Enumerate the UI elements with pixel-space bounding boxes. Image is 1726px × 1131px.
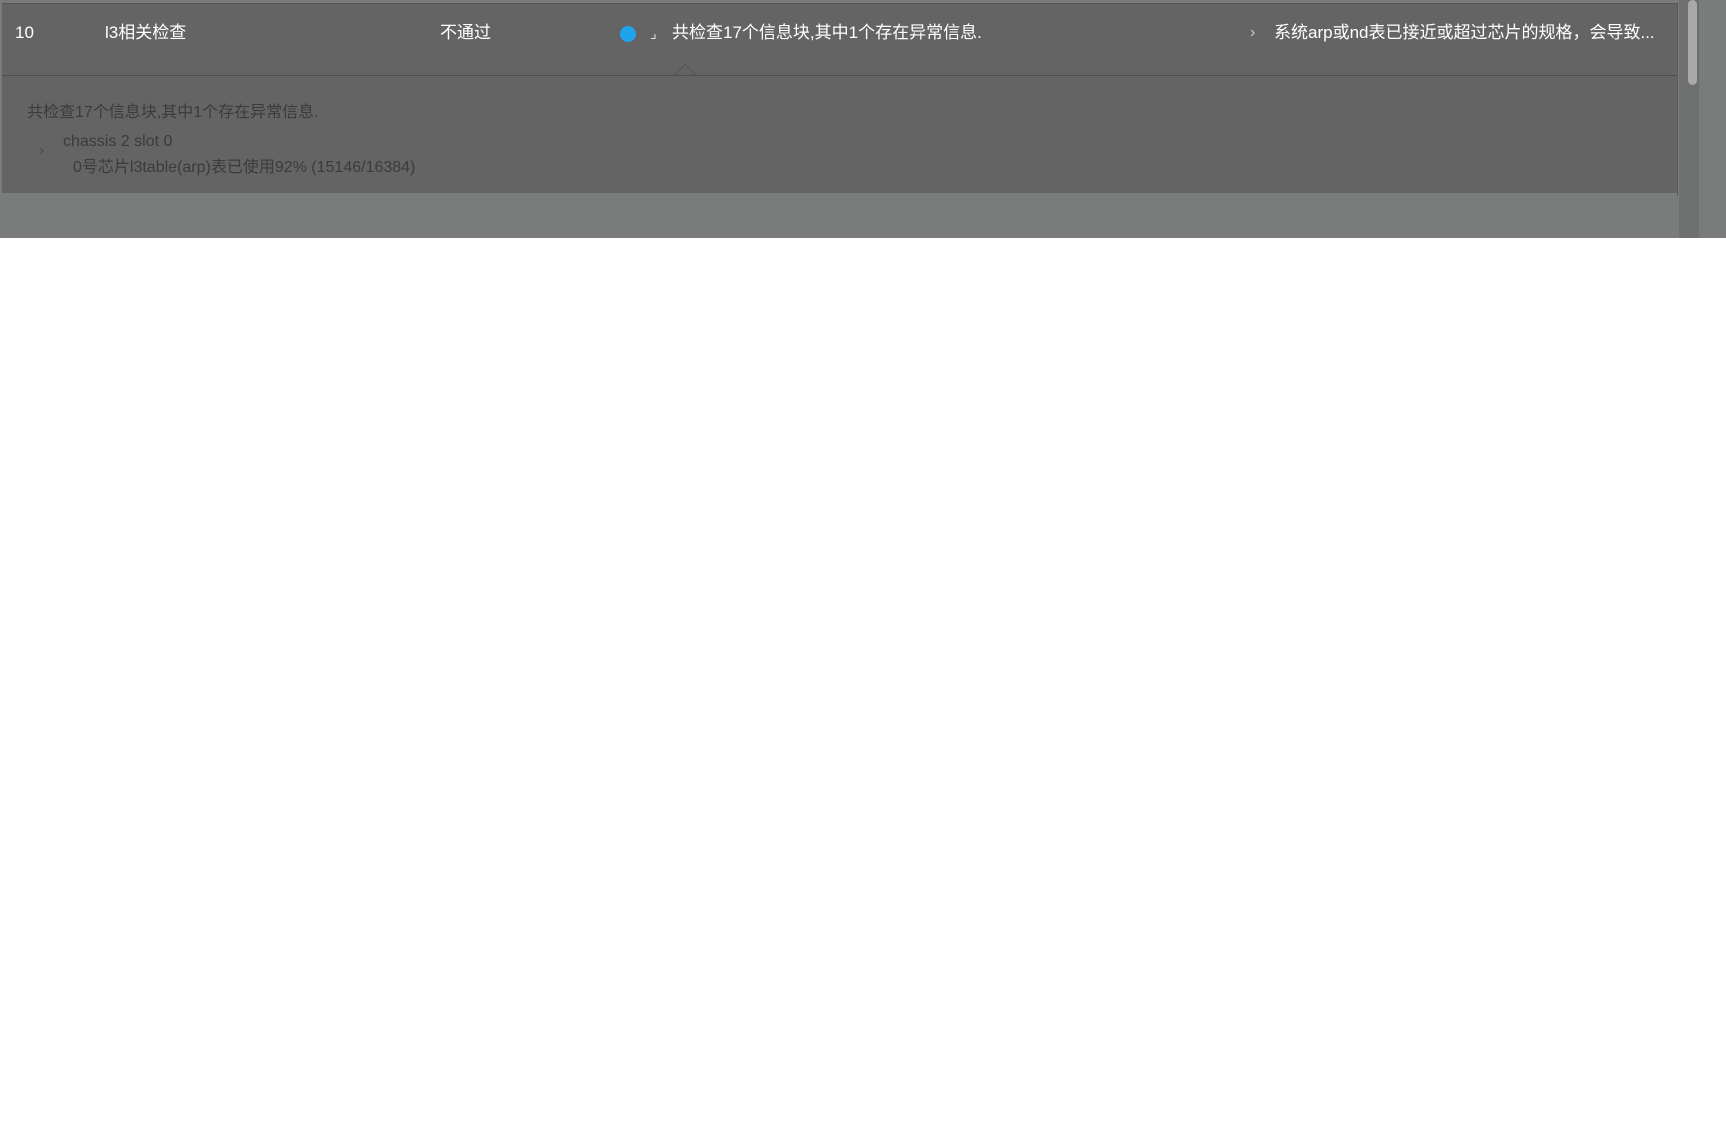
detail-host[interactable]: chassis 2 slot 0 — [63, 133, 172, 151]
check-suggestion[interactable]: 系统arp或nd表已接近或超过芯片的规格，会导致... — [1274, 4, 1674, 75]
expand-caret-icon — [674, 64, 696, 75]
result-table-viewport: 10 l3相关检查 不通过 ⌟ 共检查17个信息块,其中1个存在异常信息. › … — [0, 0, 1726, 238]
table-row[interactable]: 10 l3相关检查 不通过 ⌟ 共检查17个信息块,其中1个存在异常信息. › … — [2, 4, 1677, 76]
detail-summary: 共检查17个信息块,其中1个存在异常信息. — [27, 104, 319, 121]
result-table: 10 l3相关检查 不通过 ⌟ 共检查17个信息块,其中1个存在异常信息. › … — [2, 3, 1678, 197]
check-summary[interactable]: 共检查17个信息块,其中1个存在异常信息. — [672, 4, 982, 75]
scrollbar-thumb[interactable] — [1688, 0, 1697, 85]
status-dot-icon — [620, 26, 636, 42]
chevron-right-icon[interactable]: › — [1250, 4, 1255, 75]
next-table-row[interactable] — [0, 193, 1677, 215]
collapse-corner-icon[interactable]: ⌟ — [650, 4, 664, 75]
right-gutter — [1699, 0, 1726, 238]
chevron-right-icon[interactable]: › — [39, 142, 44, 159]
row-index: 10 — [15, 23, 34, 42]
row-detail-panel: 共检查17个信息块,其中1个存在异常信息. › chassis 2 slot 0… — [2, 76, 1677, 197]
check-name: l3相关检查 — [105, 23, 187, 42]
detail-message: 0号芯片l3table(arp)表已使用92% (15146/16384) — [73, 159, 416, 176]
check-result: 不通过 — [440, 23, 491, 42]
